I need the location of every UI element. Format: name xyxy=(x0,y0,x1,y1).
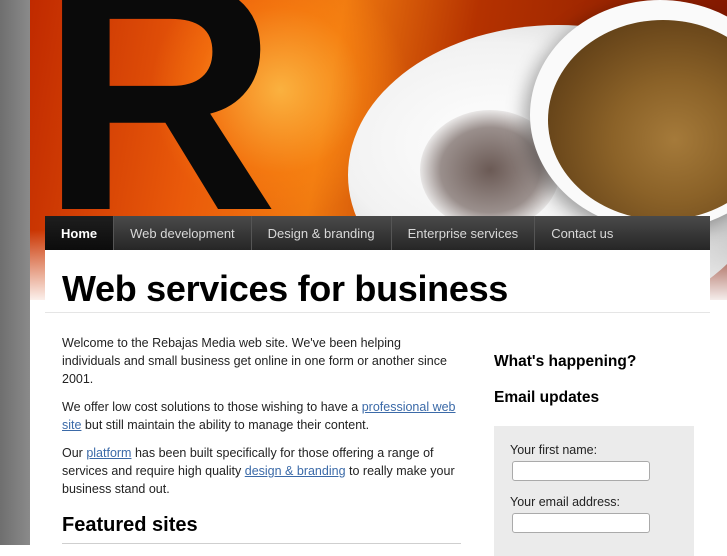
intro-paragraph: Welcome to the Rebajas Media web site. W… xyxy=(62,336,447,386)
featured-sites-heading: Featured sites xyxy=(62,514,461,544)
platform-text-before: Our xyxy=(62,446,87,460)
email-input[interactable] xyxy=(512,513,650,533)
email-signup-form: Your first name: Your email address: xyxy=(494,426,694,556)
services-paragraph: We offer low cost solutions to those wis… xyxy=(62,398,462,434)
services-text-after: but still maintain the ability to manage… xyxy=(81,418,370,432)
platform-paragraph: Our platform has been built specifically… xyxy=(62,444,462,498)
main-column: Welcome to the Rebajas Media web site. W… xyxy=(62,334,462,544)
page-title: Web services for business xyxy=(62,268,509,309)
title-band: Web services for business xyxy=(45,250,710,313)
first-name-input[interactable] xyxy=(512,461,650,481)
nav-item-home[interactable]: Home xyxy=(45,216,115,250)
main-navigation: Home Web development Design & branding E… xyxy=(45,216,710,250)
sidebar: What's happening? Email updates Your fir… xyxy=(494,350,694,556)
nav-item-contact-us[interactable]: Contact us xyxy=(535,216,629,250)
nav-item-design-branding[interactable]: Design & branding xyxy=(252,216,392,250)
email-updates-heading: Email updates xyxy=(494,389,600,406)
nav-item-enterprise-services[interactable]: Enterprise services xyxy=(392,216,536,250)
nav-item-web-development[interactable]: Web development xyxy=(114,216,252,250)
whats-happening-heading: What's happening? xyxy=(494,353,637,370)
content-area: Web services for business Welcome to the… xyxy=(45,250,710,556)
platform-link[interactable]: platform xyxy=(86,446,131,460)
email-label: Your email address: xyxy=(510,495,621,509)
services-text-before: We offer low cost solutions to those wis… xyxy=(62,400,362,414)
design-branding-link[interactable]: design & branding xyxy=(245,464,346,478)
left-edge-strip xyxy=(0,0,30,545)
first-name-label: Your first name: xyxy=(510,443,598,457)
